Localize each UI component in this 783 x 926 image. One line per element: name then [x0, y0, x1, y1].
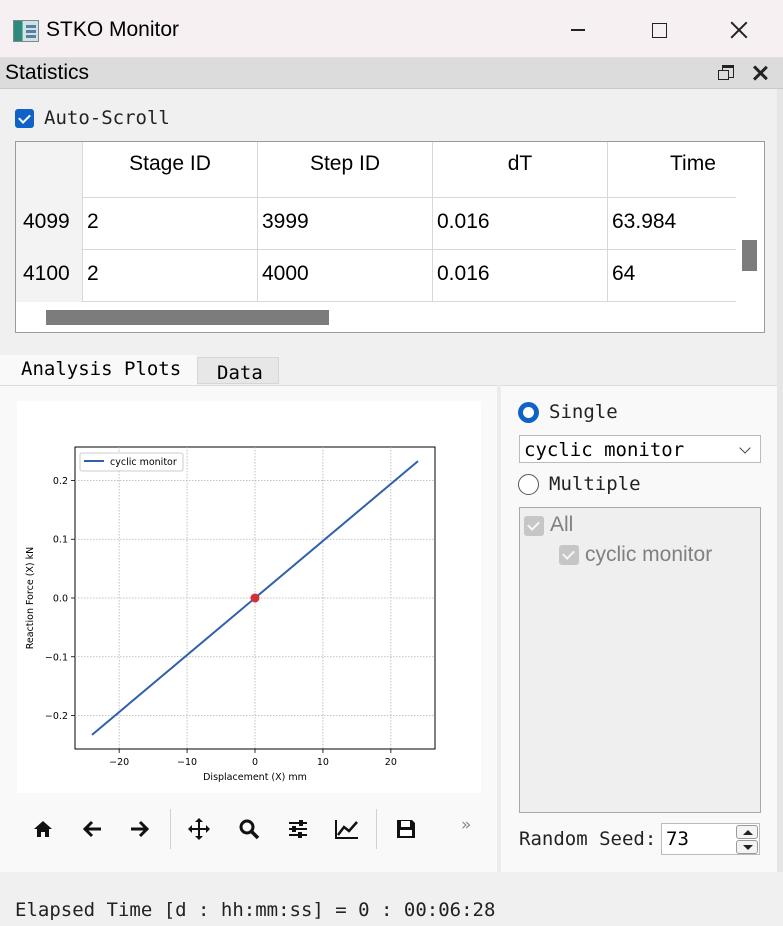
y-tick-label: 0.0 [53, 594, 68, 605]
current-point-marker [250, 593, 260, 603]
close-icon [730, 21, 748, 39]
y-tick-label: −0.1 [45, 652, 68, 663]
edit-axis-icon [335, 820, 358, 839]
configure-subplots-icon [289, 820, 307, 838]
forward-button[interactable] [125, 813, 155, 845]
configure-subplots-button[interactable] [283, 813, 313, 845]
y-axis-label: Reaction Force (X) kN [25, 547, 36, 650]
plot-toolbar: » [17, 805, 487, 855]
minimize-icon [571, 29, 585, 31]
monitor-tree: All cyclic monitor [519, 507, 761, 813]
y-tick-label: 0.1 [53, 535, 68, 546]
statistics-dock-header: Statistics [0, 58, 783, 89]
panel-splitter[interactable] [497, 385, 501, 872]
zoom-button[interactable] [234, 813, 264, 845]
all-checkbox [524, 516, 544, 536]
app-icon [13, 20, 39, 42]
toolbar-separator [170, 809, 171, 849]
plot-svg: −20 −10 0 10 20 −0.2 −0.1 0.0 0.1 0.2 Displacemen… [25, 446, 436, 783]
x-tick-label: 0 [252, 757, 258, 768]
spin-up-icon[interactable] [736, 825, 758, 839]
random-seed-value[interactable]: 73 [666, 828, 689, 850]
table-cell[interactable]: 0.016 [432, 198, 607, 250]
dock-close-icon[interactable] [752, 65, 768, 81]
single-label: Single [549, 401, 618, 423]
table-cell[interactable]: 2 [82, 250, 257, 302]
row-header[interactable]: 4100 [16, 250, 82, 302]
pan-icon [188, 818, 210, 840]
legend-label: cyclic monitor [110, 457, 177, 468]
home-button[interactable] [28, 813, 58, 845]
column-header-stage-id[interactable]: Stage ID [82, 142, 257, 198]
toolbar-separator [376, 809, 377, 849]
save-button[interactable] [391, 813, 421, 845]
multiple-label: Multiple [549, 473, 641, 495]
table-corner [16, 142, 82, 198]
table-cell[interactable]: 2 [82, 198, 257, 250]
table-cell[interactable]: 0.016 [432, 250, 607, 302]
right-edge-scrollbar [777, 89, 783, 872]
row-header[interactable]: 4099 [16, 198, 82, 250]
multiple-radio[interactable] [518, 474, 539, 495]
title-bar: STKO Monitor [0, 0, 783, 58]
pan-button[interactable] [184, 813, 214, 845]
vertical-scrollbar-thumb[interactable] [742, 240, 757, 271]
y-tick-label: 0.2 [53, 476, 68, 487]
tree-item-checkbox [559, 545, 579, 565]
x-tick-label: 20 [385, 757, 397, 768]
column-header-time[interactable]: Time [607, 142, 736, 198]
window-title: STKO Monitor [46, 18, 180, 41]
auto-scroll-checkbox[interactable] [15, 109, 34, 128]
tab-analysis-plots[interactable]: Analysis Plots [0, 355, 197, 385]
legend: cyclic monitor [79, 452, 184, 472]
spin-down-icon[interactable] [736, 840, 758, 854]
plot-canvas[interactable]: −20 −10 0 10 20 −0.2 −0.1 0.0 0.1 0.2 Displacemen… [17, 401, 481, 793]
horizontal-scrollbar-thumb[interactable] [46, 310, 329, 325]
minimize-button[interactable] [555, 12, 601, 48]
x-axis-label: Displacement (X) mm [203, 772, 307, 783]
tab-data[interactable]: Data [197, 357, 279, 384]
random-seed-spinbox[interactable]: 73 [661, 823, 760, 855]
elapsed-time: Elapsed Time [d : hh:mm:ss] = 0 : 00:06:… [15, 899, 496, 921]
monitor-combo[interactable]: cyclic monitor [519, 435, 761, 463]
forward-arrow-icon [131, 820, 150, 838]
maximize-button[interactable] [636, 12, 682, 48]
y-tick-label: −0.2 [45, 711, 68, 722]
x-tick-label: 10 [317, 757, 329, 768]
column-header-step-id[interactable]: Step ID [257, 142, 432, 198]
single-radio[interactable] [518, 402, 539, 423]
x-tick-label: −20 [109, 757, 129, 768]
auto-scroll-label: Auto-Scroll [44, 107, 170, 129]
tick-layer: −20 −10 0 10 20 −0.2 −0.1 0.0 0.1 0.2 [45, 476, 397, 768]
statistics-table[interactable]: Stage ID Step ID dT Time 4099 2 3999 0.0… [15, 141, 765, 333]
back-button[interactable] [77, 813, 107, 845]
dock-title: Statistics [5, 61, 90, 84]
save-icon [397, 820, 415, 838]
more-icon[interactable]: » [461, 815, 471, 835]
monitor-combo-value: cyclic monitor [524, 439, 685, 461]
table-cell[interactable]: 64 [607, 250, 736, 302]
status-bar: Elapsed Time [d : hh:mm:ss] = 0 : 00:06:… [0, 872, 783, 926]
close-button[interactable] [716, 12, 762, 48]
table-cell[interactable]: 4000 [257, 250, 432, 302]
table-cell[interactable]: 63.984 [607, 198, 736, 250]
table-cell[interactable]: 3999 [257, 198, 432, 250]
column-header-dt[interactable]: dT [432, 142, 607, 198]
back-arrow-icon [82, 820, 101, 838]
tree-item-all: All [550, 513, 574, 536]
home-icon [34, 821, 52, 837]
edit-axis-button[interactable] [332, 813, 362, 845]
undock-icon[interactable] [718, 65, 734, 80]
x-tick-label: −10 [177, 757, 197, 768]
maximize-icon [651, 22, 667, 38]
zoom-icon [239, 819, 260, 840]
random-seed-label: Random Seed: [519, 828, 657, 850]
chevron-down-icon [739, 442, 751, 454]
tree-item-cyclic-monitor: cyclic monitor [585, 543, 713, 566]
